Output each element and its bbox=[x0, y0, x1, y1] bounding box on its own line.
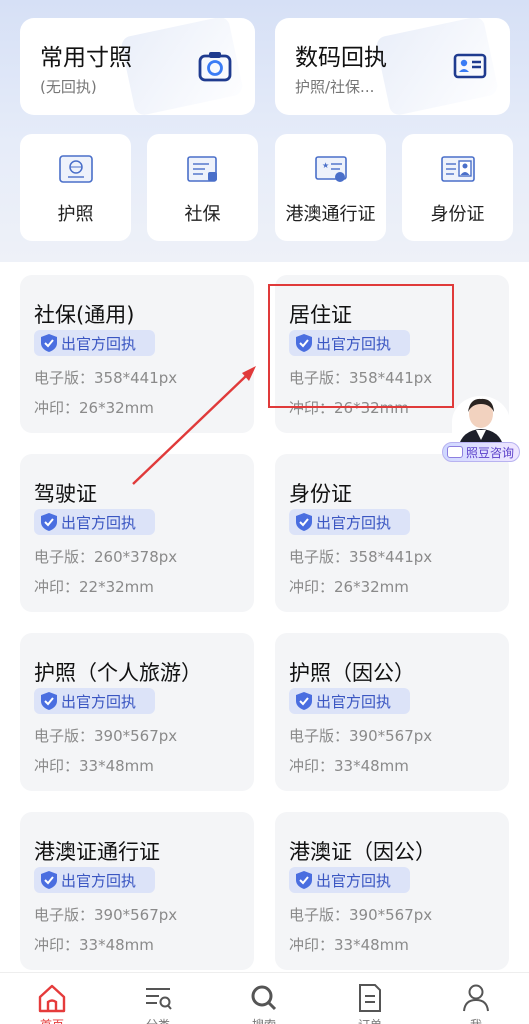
shield-check-icon bbox=[296, 513, 312, 531]
photo-spec-card[interactable]: 社保(通用) 出官方回执电子版：358*441px 冲印：26*32mm bbox=[20, 275, 254, 433]
badge-label: 出官方回执 bbox=[316, 334, 392, 353]
print-size: 冲印：26*32mm bbox=[34, 399, 154, 417]
home-icon bbox=[38, 984, 66, 1013]
passport-icon bbox=[58, 155, 93, 183]
print-size: 冲印：22*32mm bbox=[34, 578, 154, 596]
svg-text:★: ★ bbox=[322, 161, 329, 170]
electronic-size: 电子版：390*567px bbox=[34, 727, 178, 745]
card-subtitle: 护照/社保... bbox=[295, 78, 375, 96]
print-size: 冲印：33*48mm bbox=[289, 936, 409, 954]
quick-item-label: 护照 bbox=[57, 204, 94, 225]
shield-check-icon bbox=[296, 334, 312, 352]
electronic-size: 电子版：260*378px bbox=[34, 548, 178, 566]
id-card-icon bbox=[440, 156, 475, 182]
shield-check-icon bbox=[41, 513, 57, 531]
shield-check-icon bbox=[41, 334, 57, 352]
print-size: 冲印：33*48mm bbox=[34, 757, 154, 775]
spec-name: 港澳证通行证 bbox=[34, 840, 160, 864]
search-icon bbox=[251, 985, 277, 1011]
tab-category[interactable]: 分类 bbox=[128, 981, 188, 1024]
spec-name: 护照（个人旅游） bbox=[34, 661, 202, 685]
shield-check-icon bbox=[296, 871, 312, 889]
quick-item-passport[interactable]: 护照 bbox=[20, 134, 131, 241]
spec-name: 身份证 bbox=[289, 482, 352, 506]
tab-profile[interactable]: 我 bbox=[446, 981, 506, 1024]
spec-name: 居住证 bbox=[289, 303, 352, 327]
tab-orders[interactable]: 订单 bbox=[340, 981, 400, 1024]
quick-item-hk-macau-permit[interactable]: ★ 港澳通行证 bbox=[275, 134, 386, 241]
chat-bubble-icon bbox=[447, 446, 463, 458]
official-receipt-badge: 出官方回执 bbox=[34, 688, 155, 714]
electronic-size: 电子版：390*567px bbox=[34, 906, 178, 924]
shield-check-icon bbox=[41, 692, 57, 710]
photo-spec-card[interactable]: 护照（个人旅游） 出官方回执电子版：390*567px 冲印：33*48mm bbox=[20, 633, 254, 791]
electronic-size: 电子版：358*441px bbox=[289, 548, 433, 566]
profile-icon bbox=[463, 984, 489, 1012]
tab-label: 搜索 bbox=[234, 1016, 294, 1024]
camera-icon bbox=[198, 52, 232, 82]
official-receipt-badge: 出官方回执 bbox=[289, 867, 410, 893]
quick-item-label: 港澳通行证 bbox=[285, 204, 376, 225]
quick-item-label: 社保 bbox=[184, 204, 221, 225]
electronic-size: 电子版：358*441px bbox=[289, 369, 433, 387]
quick-item-label: 身份证 bbox=[430, 204, 485, 225]
photo-spec-card[interactable]: 港澳证通行证出官方回执电子版：390*567px 冲印：33*48mm bbox=[20, 812, 254, 970]
card-title: 数码回执 bbox=[295, 45, 387, 71]
consultant-avatar bbox=[452, 396, 510, 448]
tab-label: 首页 bbox=[22, 1016, 82, 1024]
social-security-card-icon bbox=[186, 156, 217, 182]
common-photo-card[interactable]: 常用寸照 (无回执) bbox=[20, 18, 255, 115]
id-card-icon bbox=[453, 53, 487, 79]
print-size: 冲印：33*48mm bbox=[289, 757, 409, 775]
tab-label: 分类 bbox=[128, 1016, 188, 1024]
tab-label: 我 bbox=[446, 1016, 506, 1024]
quick-item-id-card[interactable]: 身份证 bbox=[402, 134, 513, 241]
bottom-tab-bar: 首页 分类 搜索 订单 我 bbox=[0, 972, 529, 1024]
spec-name: 社保(通用) bbox=[34, 303, 135, 327]
photo-spec-card[interactable]: 港澳证（因公） 出官方回执电子版：390*567px 冲印：33*48mm bbox=[275, 812, 509, 970]
official-receipt-badge: 出官方回执 bbox=[289, 688, 410, 714]
print-size: 冲印：26*32mm bbox=[289, 399, 409, 417]
electronic-size: 电子版：390*567px bbox=[289, 906, 433, 924]
order-document-icon bbox=[359, 984, 381, 1012]
official-receipt-badge: 出官方回执 bbox=[289, 330, 410, 356]
tab-search[interactable]: 搜索 bbox=[234, 981, 294, 1024]
badge-label: 出官方回执 bbox=[61, 513, 137, 532]
electronic-size: 电子版：358*441px bbox=[34, 369, 178, 387]
tab-label: 订单 bbox=[340, 1016, 400, 1024]
shield-check-icon bbox=[296, 692, 312, 710]
card-subtitle: (无回执) bbox=[40, 78, 97, 96]
official-receipt-badge: 出官方回执 bbox=[289, 509, 410, 535]
badge-label: 出官方回执 bbox=[61, 334, 137, 353]
card-title: 常用寸照 bbox=[40, 45, 132, 71]
photo-spec-card[interactable]: 驾驶证出官方回执电子版：260*378px 冲印：22*32mm bbox=[20, 454, 254, 612]
photo-spec-card[interactable]: 身份证出官方回执电子版：358*441px 冲印：26*32mm bbox=[275, 454, 509, 612]
badge-label: 出官方回执 bbox=[61, 692, 137, 711]
digital-receipt-card[interactable]: 数码回执 护照/社保... bbox=[275, 18, 510, 115]
tab-home[interactable]: 首页 bbox=[22, 981, 82, 1024]
print-size: 冲印：33*48mm bbox=[34, 936, 154, 954]
photo-spec-card[interactable]: 护照（因公） 出官方回执电子版：390*567px 冲印：33*48mm bbox=[275, 633, 509, 791]
quick-item-social-security[interactable]: 社保 bbox=[147, 134, 258, 241]
print-size: 冲印：26*32mm bbox=[289, 578, 409, 596]
official-receipt-badge: 出官方回执 bbox=[34, 867, 155, 893]
official-receipt-badge: 出官方回执 bbox=[34, 509, 155, 535]
spec-name: 护照（因公） bbox=[289, 661, 415, 685]
shield-check-icon bbox=[41, 871, 57, 889]
hk-macau-permit-icon: ★ bbox=[314, 156, 347, 182]
consult-widget[interactable]: 照豆咨询 bbox=[442, 396, 520, 464]
category-list-icon bbox=[146, 988, 172, 1010]
badge-label: 出官方回执 bbox=[316, 513, 392, 532]
spec-name: 驾驶证 bbox=[34, 482, 97, 506]
badge-label: 出官方回执 bbox=[316, 871, 392, 890]
consult-button[interactable]: 照豆咨询 bbox=[442, 442, 520, 462]
badge-label: 出官方回执 bbox=[316, 692, 392, 711]
spec-name: 港澳证（因公） bbox=[289, 840, 436, 864]
badge-label: 出官方回执 bbox=[61, 871, 137, 890]
electronic-size: 电子版：390*567px bbox=[289, 727, 433, 745]
consult-label: 照豆咨询 bbox=[466, 445, 515, 460]
official-receipt-badge: 出官方回执 bbox=[34, 330, 155, 356]
